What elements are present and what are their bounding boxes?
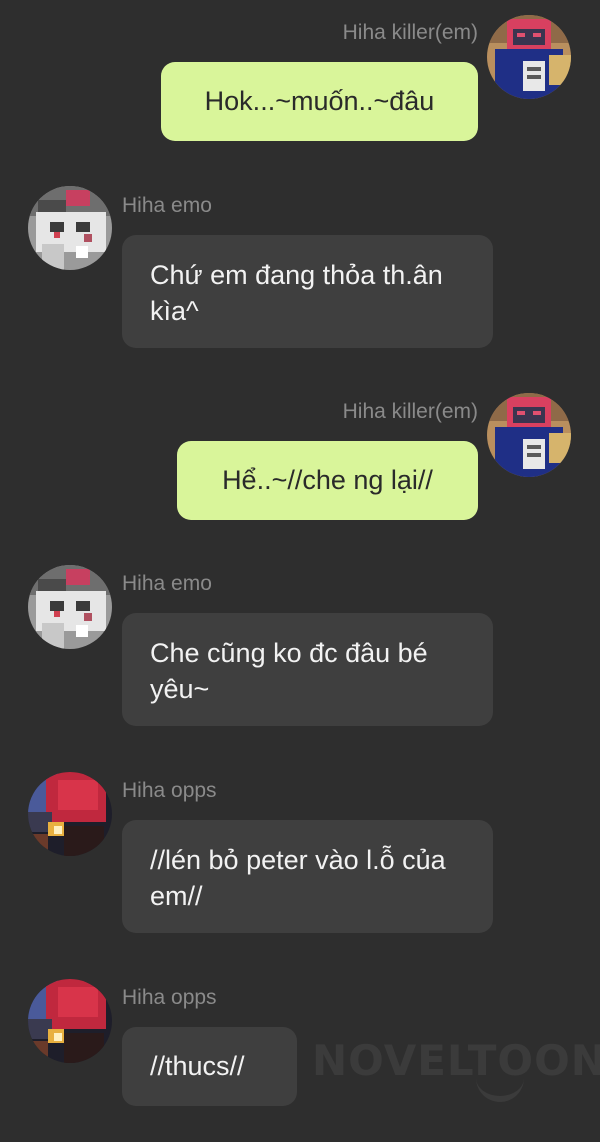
avatar-emo-image — [28, 186, 112, 270]
avatar[interactable] — [487, 393, 571, 477]
sender-name: Hiha opps — [122, 986, 217, 1009]
avatar-opps-image — [28, 772, 112, 856]
sender-name: Hiha killer(em) — [342, 21, 478, 44]
sender-name: Hiha opps — [122, 779, 217, 802]
chat-bubble[interactable]: Chứ em đang thỏa th.ân kìa^ — [122, 235, 493, 348]
sender-name: Hiha emo — [122, 572, 212, 595]
sender-name: Hiha killer(em) — [342, 400, 478, 423]
avatar-killer-image — [487, 15, 571, 99]
chat-bubble[interactable]: Hok...~muốn..~đâu — [161, 62, 478, 141]
avatar-opps-image — [28, 979, 112, 1063]
chat-bubble[interactable]: //thucs// — [122, 1027, 297, 1106]
avatar[interactable] — [487, 15, 571, 99]
avatar[interactable] — [28, 772, 112, 856]
chat-bubble[interactable]: //lén bỏ peter vào l.ỗ của em// — [122, 820, 493, 933]
chat-bubble[interactable]: Che cũng ko đc đâu bé yêu~ — [122, 613, 493, 726]
watermark-smile-icon — [476, 1074, 524, 1102]
avatar[interactable] — [28, 565, 112, 649]
avatar-emo-image — [28, 565, 112, 649]
noveltoon-watermark: NOVELTOON — [312, 1036, 600, 1085]
chat-bubble[interactable]: Hể..~//che ng lại// — [177, 441, 478, 520]
avatar[interactable] — [28, 186, 112, 270]
avatar[interactable] — [28, 979, 112, 1063]
avatar-killer-image — [487, 393, 571, 477]
sender-name: Hiha emo — [122, 194, 212, 217]
